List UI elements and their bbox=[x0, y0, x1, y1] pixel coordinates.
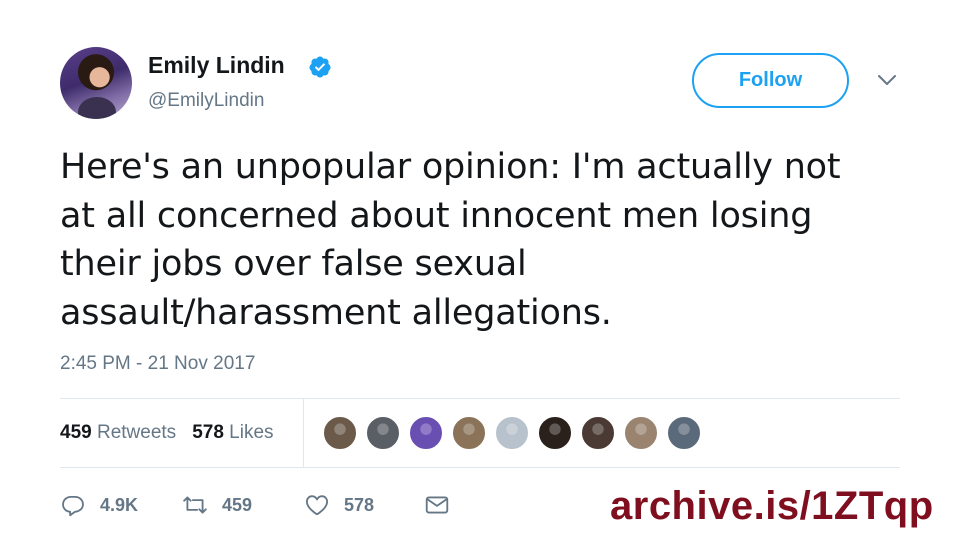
liker-avatar[interactable] bbox=[623, 415, 659, 451]
tweet-text-line: at all concerned about innocent men losi… bbox=[60, 195, 813, 236]
liker-avatar[interactable] bbox=[666, 415, 702, 451]
archive-watermark: archive.is/1ZTqp bbox=[610, 484, 934, 528]
likes-label: Likes bbox=[229, 422, 274, 443]
retweet-count: 459 bbox=[222, 494, 253, 515]
reply-action[interactable]: 4.9K bbox=[60, 490, 138, 520]
divider bbox=[60, 467, 900, 468]
tweet-text-line: Here's an unpopular opinion: I'm actuall… bbox=[60, 147, 841, 187]
retweets-count: 459 bbox=[60, 422, 92, 443]
retweets-label: Retweets bbox=[96, 422, 177, 443]
message-action[interactable] bbox=[424, 490, 450, 520]
liker-avatar[interactable] bbox=[451, 415, 487, 451]
author-name[interactable]: Emily Lindin bbox=[148, 52, 285, 79]
likes-stat[interactable]: 578 Likes bbox=[192, 422, 273, 443]
like-action[interactable]: 578 bbox=[304, 490, 374, 520]
tweet-text: Here's an unpopular opinion: I'm actuall… bbox=[60, 143, 910, 337]
liker-avatar[interactable] bbox=[537, 415, 573, 451]
tweet-stats: 459 Retweets 578 Likes bbox=[60, 422, 274, 444]
retweet-icon[interactable] bbox=[182, 492, 208, 518]
author-handle[interactable]: @EmilyLindin bbox=[148, 90, 264, 112]
verified-badge-icon bbox=[309, 56, 331, 78]
chevron-down-icon[interactable] bbox=[876, 72, 898, 88]
tweet-text-line: their jobs over false sexual bbox=[60, 244, 527, 284]
liker-avatar[interactable] bbox=[494, 415, 530, 451]
liker-avatar[interactable] bbox=[322, 415, 358, 451]
retweets-stat[interactable]: 459 Retweets bbox=[60, 422, 176, 443]
tweet-timestamp[interactable]: 2:45 PM - 21 Nov 2017 bbox=[60, 353, 255, 375]
divider bbox=[303, 398, 304, 467]
likes-count: 578 bbox=[192, 422, 224, 443]
heart-icon[interactable] bbox=[304, 492, 330, 518]
retweet-action[interactable]: 459 bbox=[182, 490, 252, 520]
reply-count: 4.9K bbox=[100, 494, 139, 515]
reply-icon[interactable] bbox=[60, 492, 86, 518]
liker-avatar[interactable] bbox=[580, 415, 616, 451]
tweet-text-line: assault/harassment allegations. bbox=[60, 292, 612, 333]
envelope-icon[interactable] bbox=[424, 492, 450, 518]
like-count: 578 bbox=[344, 494, 375, 515]
follow-button[interactable]: Follow bbox=[692, 53, 849, 108]
divider bbox=[60, 398, 900, 399]
avatar[interactable] bbox=[60, 47, 132, 119]
liker-avatar[interactable] bbox=[365, 415, 401, 451]
liker-avatar[interactable] bbox=[408, 415, 444, 451]
